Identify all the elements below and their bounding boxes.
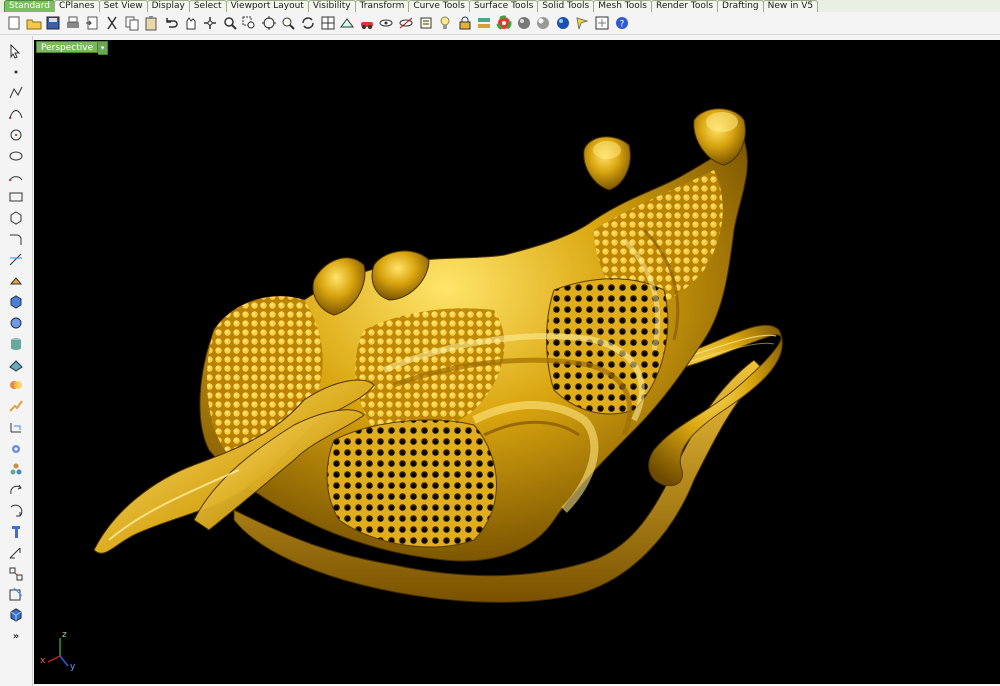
tab-drafting[interactable]: Drafting — [717, 0, 764, 12]
3d-model-render[interactable] — [34, 40, 1000, 684]
axis-gizmo-icon — [47, 638, 69, 667]
cylinder-icon[interactable] — [7, 335, 25, 353]
paste-icon[interactable] — [142, 14, 160, 32]
polygon-icon[interactable] — [7, 209, 25, 227]
tab-standard[interactable]: Standard — [4, 0, 55, 12]
rectangle-icon[interactable] — [7, 188, 25, 206]
move-view-icon[interactable] — [201, 14, 219, 32]
options-icon[interactable] — [593, 14, 611, 32]
tab-solid-tools[interactable]: Solid Tools — [537, 0, 595, 12]
copy-icon[interactable] — [123, 14, 141, 32]
properties-icon[interactable] — [417, 14, 435, 32]
axis-y-label: y — [70, 662, 76, 672]
four-viewports-icon[interactable] — [319, 14, 337, 32]
rotate-icon[interactable] — [7, 502, 25, 520]
svg-text:?: ? — [619, 20, 624, 30]
cplane-icon[interactable] — [338, 14, 356, 32]
perspective-viewport[interactable]: Perspective ▾ z x y — [34, 40, 1000, 684]
print-icon[interactable] — [64, 14, 82, 32]
fillet-icon[interactable] — [7, 230, 25, 248]
axis-indicator: z x y — [38, 630, 82, 674]
tab-visibility[interactable]: Visibility — [307, 0, 356, 12]
tab-set-view[interactable]: Set View — [98, 0, 148, 12]
group-icon[interactable] — [7, 439, 25, 457]
polyline-icon[interactable] — [7, 84, 25, 102]
left-toolbar: » — [0, 36, 33, 686]
arc-icon[interactable] — [7, 167, 25, 185]
import-icon[interactable] — [83, 14, 101, 32]
zoom-window-icon[interactable] — [240, 14, 258, 32]
rhino-app-window: Standard CPlanes Set View Display Select View… — [0, 0, 1000, 686]
render-sphere-icon[interactable] — [515, 14, 533, 32]
zoom-extents-icon[interactable] — [260, 14, 278, 32]
hide-icon[interactable] — [377, 14, 395, 32]
join-icon[interactable] — [7, 418, 25, 436]
shaded-sphere-icon[interactable] — [534, 14, 552, 32]
open-folder-icon[interactable] — [25, 14, 43, 32]
analyze-icon[interactable] — [7, 460, 25, 478]
undo-icon[interactable] — [162, 14, 180, 32]
standard-toolbar: ? — [0, 12, 1000, 35]
tab-mesh-tools[interactable]: Mesh Tools — [593, 0, 652, 12]
select-arrow-icon[interactable] — [7, 42, 25, 60]
text-icon[interactable] — [7, 523, 25, 541]
zoom-selected-icon[interactable] — [279, 14, 297, 32]
viewport-menu-arrow-icon[interactable]: ▾ — [98, 41, 109, 55]
axis-x-label: x — [40, 656, 46, 666]
tab-display[interactable]: Display — [146, 0, 190, 12]
light-bulb-icon[interactable] — [436, 14, 454, 32]
tab-transform[interactable]: Transform — [354, 0, 410, 12]
tab-cplanes[interactable]: CPlanes — [53, 0, 100, 12]
tab-select[interactable]: Select — [188, 0, 227, 12]
align-icon[interactable] — [7, 565, 25, 583]
boolean-icon[interactable] — [7, 376, 25, 394]
toolbar-tabs: Standard CPlanes Set View Display Select View… — [4, 0, 819, 12]
surface-icon[interactable] — [7, 356, 25, 374]
explode-icon[interactable] — [7, 397, 25, 415]
save-icon[interactable] — [44, 14, 62, 32]
cut-icon[interactable] — [103, 14, 121, 32]
tab-curve-tools[interactable]: Curve Tools — [408, 0, 470, 12]
help-icon[interactable]: ? — [613, 14, 631, 32]
extrude-icon[interactable] — [7, 272, 25, 290]
axis-z-label: z — [62, 630, 67, 640]
tab-surface-tools[interactable]: Surface Tools — [468, 0, 539, 12]
viewport-title[interactable]: Perspective — [36, 41, 99, 53]
render-cube-icon[interactable] — [7, 606, 25, 624]
perforated-panel — [326, 419, 497, 548]
sphere-icon[interactable] — [7, 314, 25, 332]
layer-icon[interactable] — [475, 14, 493, 32]
render-blue-sphere-icon[interactable] — [554, 14, 572, 32]
array-icon[interactable] — [7, 481, 25, 499]
box-icon[interactable] — [7, 293, 25, 311]
bend-icon[interactable] — [7, 585, 25, 603]
tab-new-in-v5[interactable]: New in V5 — [762, 0, 819, 12]
zoom-icon[interactable] — [221, 14, 239, 32]
show-icon[interactable] — [397, 14, 415, 32]
lights-icon[interactable] — [573, 14, 591, 32]
more-tools-chevron-icon[interactable]: » — [7, 631, 25, 643]
dimension-icon[interactable] — [7, 544, 25, 562]
color-wheel-icon[interactable] — [495, 14, 513, 32]
tab-viewport-layout[interactable]: Viewport Layout — [225, 0, 309, 12]
point-icon[interactable] — [7, 63, 25, 81]
new-file-icon[interactable] — [5, 14, 23, 32]
rotate-view-icon[interactable] — [299, 14, 317, 32]
circle-icon[interactable] — [7, 126, 25, 144]
viewport-title-tab[interactable]: Perspective ▾ — [36, 41, 109, 55]
trim-icon[interactable] — [7, 251, 25, 269]
pan-hand-icon[interactable] — [181, 14, 199, 32]
car-icon[interactable] — [358, 14, 376, 32]
lock-icon[interactable] — [456, 14, 474, 32]
tab-render-tools[interactable]: Render Tools — [650, 0, 719, 12]
curve-icon[interactable] — [7, 105, 25, 123]
ellipse-icon[interactable] — [7, 147, 25, 165]
